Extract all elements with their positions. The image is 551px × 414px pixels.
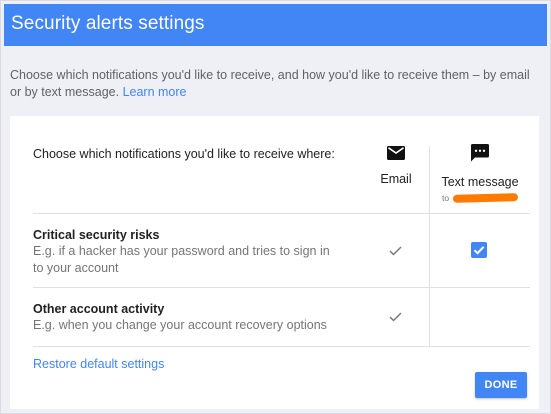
row-title-critical-security-risks: Critical security risks [33,228,160,242]
intro-section: Choose which notifications you'd like to… [4,46,547,110]
checkbox-check-icon [473,246,485,255]
email-icon [387,146,405,160]
intro-text: Choose which notifications you'd like to… [10,67,540,101]
row-description-other-account-activity: E.g. when you change your account recove… [33,318,327,332]
row-description-critical-security-risks: E.g. if a hacker has your password and t… [33,244,330,275]
table-header-text: Choose which notifications you'd like to… [33,147,335,161]
text-message-checkbox-critical[interactable] [471,242,487,258]
text-message-column-header: Text message [430,144,530,189]
email-column-header: Email [365,146,427,186]
check-icon-email-other [389,312,402,322]
restore-default-settings-link[interactable]: Restore default settings [33,357,164,371]
text-message-column-label: Text message [441,175,519,189]
divider [33,287,530,288]
learn-more-link[interactable]: Learn more [123,85,187,99]
dialog-frame: Security alerts settings Choose which no… [0,0,551,414]
redacted-phone-number [452,193,519,203]
check-icon-email-critical [389,246,402,256]
done-button[interactable]: DONE [475,372,527,398]
row-title-other-account-activity: Other account activity [33,302,165,316]
dialog-title-bar: Security alerts settings [4,4,547,46]
recipient-prefix: to [442,193,450,203]
email-column-label: Email [380,172,412,186]
settings-card: Choose which notifications you'd like to… [10,116,539,409]
divider [33,346,530,347]
divider [33,213,530,214]
message-icon [471,144,489,162]
dialog-title: Security alerts settings [11,13,205,34]
intro-description: Choose which notifications you'd like to… [10,68,530,99]
